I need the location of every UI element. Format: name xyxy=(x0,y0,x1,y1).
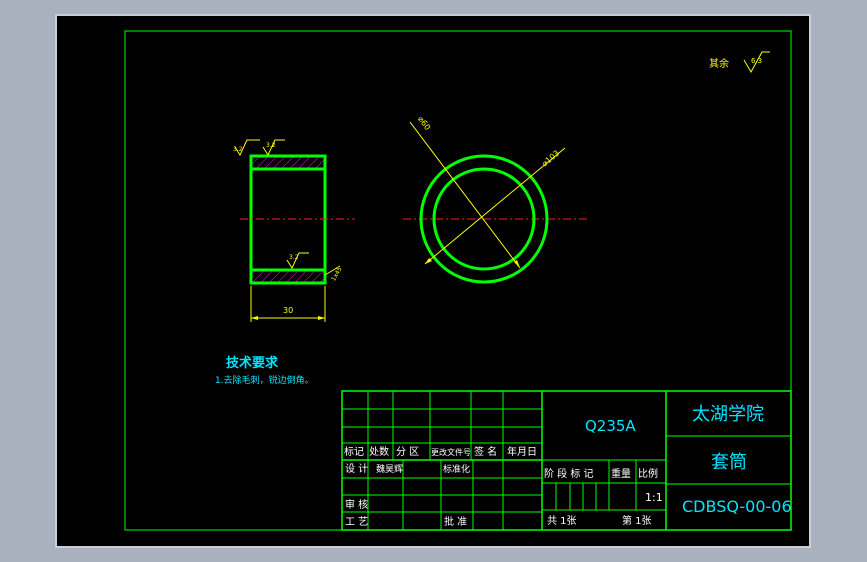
roughness-note-label: 其余 xyxy=(709,57,729,70)
hatch-bottom xyxy=(251,270,325,283)
rev-header-5: 年月日 xyxy=(507,445,537,458)
front-view: ⌀60 ⌀103 xyxy=(403,115,588,284)
drawing-number: CDBSQ-00-06 xyxy=(682,497,792,516)
rev-header-2: 分 区 xyxy=(396,446,419,458)
tech-req-item1: 1.去除毛刺，锐边倒角。 xyxy=(215,374,314,386)
material: Q235A xyxy=(585,417,636,435)
width-dimension: 30 xyxy=(283,306,293,315)
designer-name: 魏昊辉 xyxy=(376,463,403,475)
total-sheets: 共 1张 xyxy=(547,515,577,527)
standardize-label: 标准化 xyxy=(443,463,470,475)
chamfer-label: 1x45 xyxy=(330,266,344,283)
title-block: 标记 处数 分 区 更改文件号 签 名 年月日 设 计 魏昊辉 标准化 审 核 … xyxy=(341,390,792,531)
side-view: 30 3.2 3.2 3.2 1x45 xyxy=(233,139,355,322)
rev-header-3: 更改文件号 xyxy=(431,447,471,457)
weight-label: 重量 xyxy=(611,467,631,480)
design-label: 设 计 xyxy=(345,462,368,475)
hatch-top xyxy=(251,156,325,169)
roughness-note-value: 6.3 xyxy=(751,57,762,65)
approve-label: 批 准 xyxy=(444,515,467,528)
rev-header-0: 标记 xyxy=(344,446,364,458)
sheet-number: 第 1张 xyxy=(622,514,652,527)
roughness-top-left: 3.2 xyxy=(233,146,243,153)
rev-header-1: 处数 xyxy=(369,445,389,458)
stage-label: 阶 段 标 记 xyxy=(544,467,594,480)
school-name: 太湖学院 xyxy=(692,404,764,425)
scale-value: 1:1 xyxy=(645,491,663,504)
review-label: 审 核 xyxy=(345,498,368,511)
part-name: 套筒 xyxy=(711,452,747,473)
rev-header-4: 签 名 xyxy=(474,445,497,458)
outer-diameter-label: ⌀103 xyxy=(540,149,561,169)
roughness-inner: 3.2 xyxy=(289,254,299,261)
scale-label: 比例 xyxy=(638,467,658,480)
roughness-top-outer: 3.2 xyxy=(266,142,276,149)
cad-drawing: 其余 6.3 30 3.2 3.2 3.2 1x45 ⌀60 ⌀103 技术要求… xyxy=(124,30,792,531)
process-label: 工 艺 xyxy=(345,516,368,528)
inner-diameter-label: ⌀60 xyxy=(416,115,432,132)
tech-req-title: 技术要求 xyxy=(226,355,279,371)
